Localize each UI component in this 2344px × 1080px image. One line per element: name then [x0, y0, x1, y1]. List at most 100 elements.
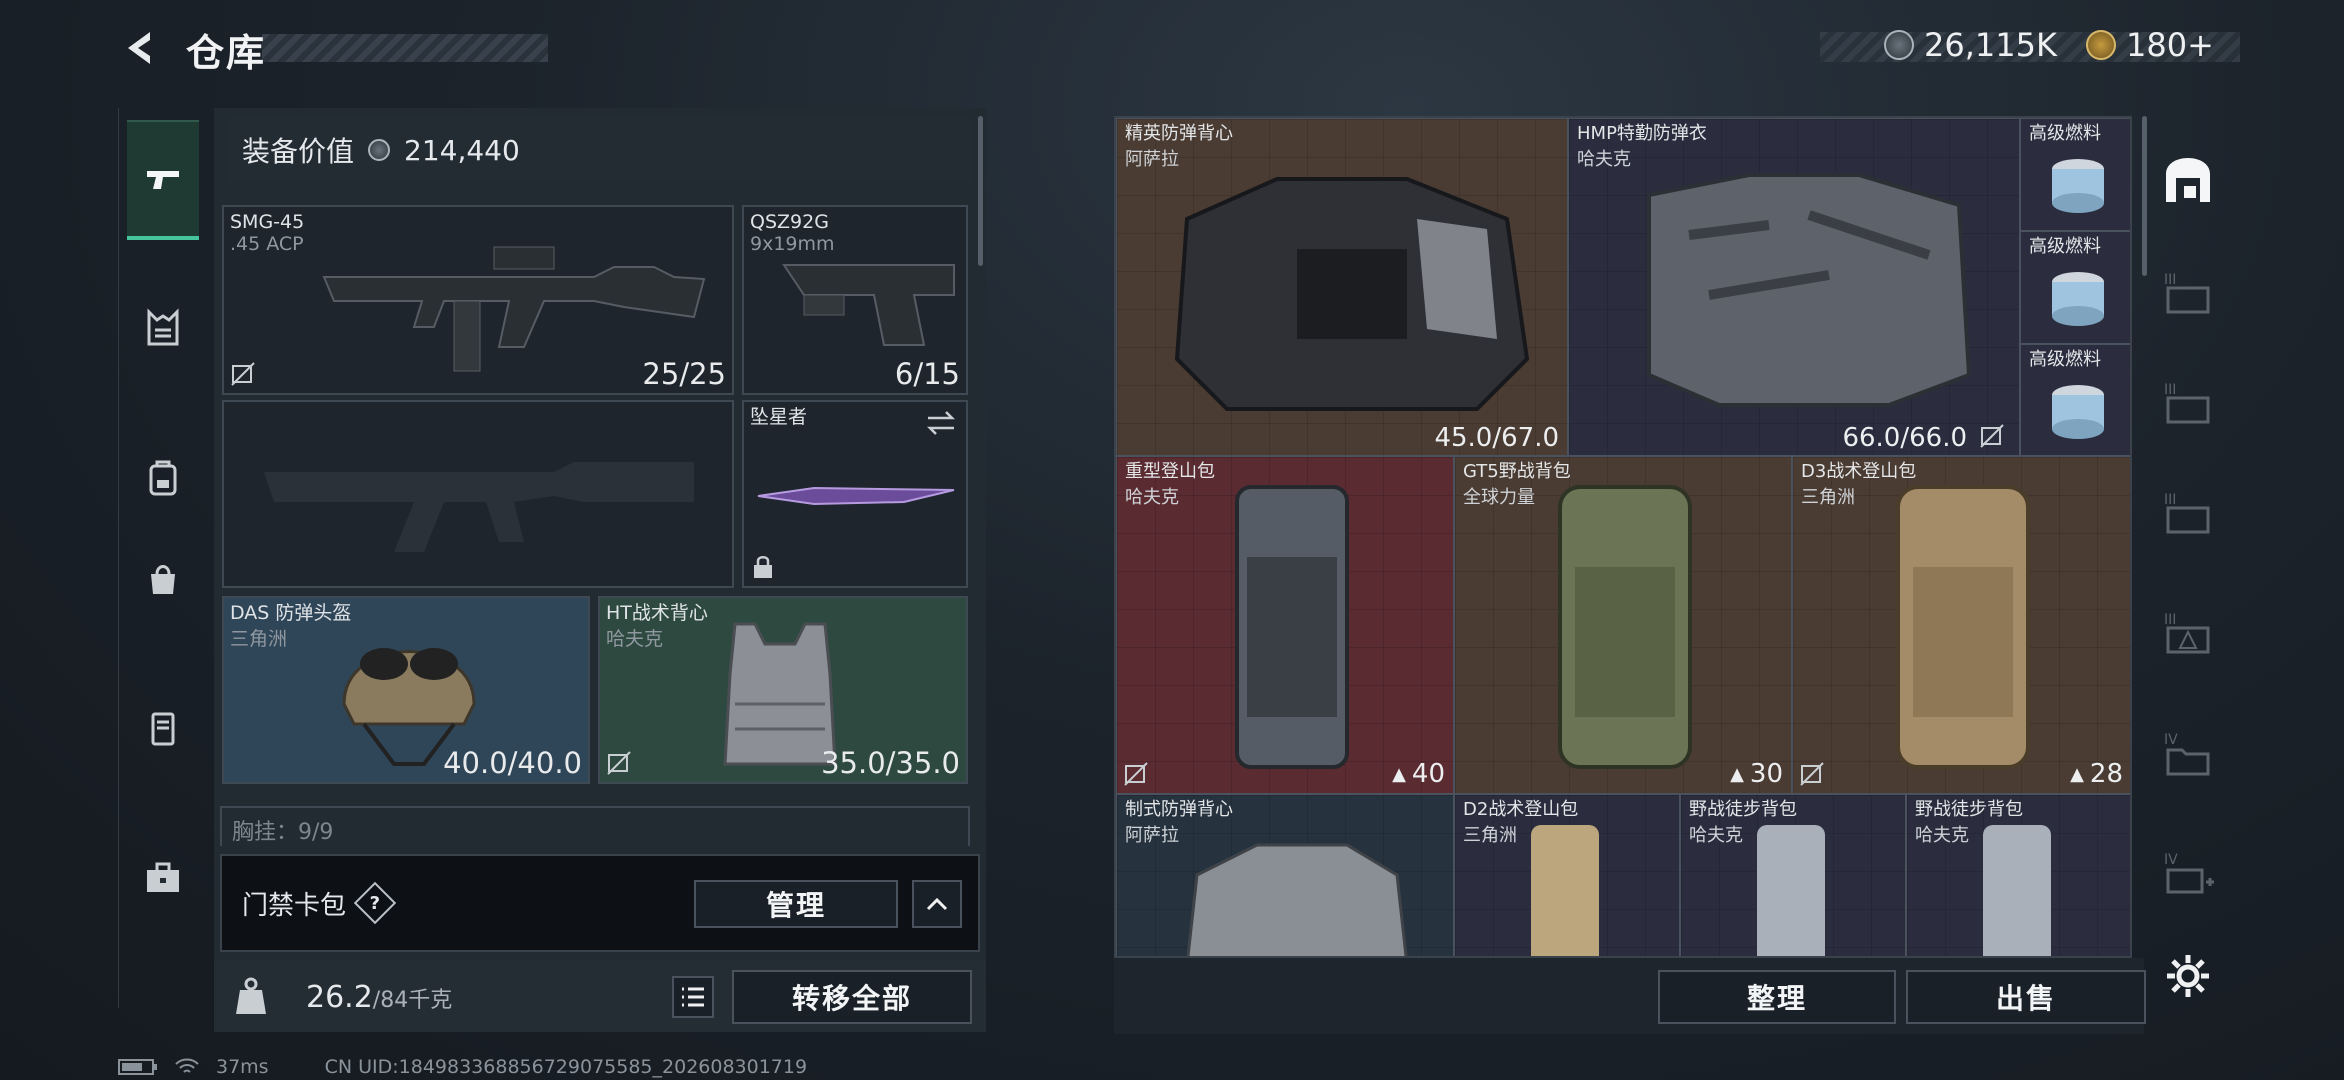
capacity-icon: ▲ — [1392, 763, 1406, 785]
primary-weapon-rounds: 25/25 — [642, 357, 726, 391]
storage-item[interactable]: GT5野战背包 全球力量 ▲ 30 — [1454, 456, 1792, 794]
tab-weapons[interactable] — [127, 120, 199, 240]
item-name: D3战术登山包 — [1801, 461, 1917, 482]
page-title: 仓库 — [186, 31, 267, 75]
item-name: 野战徒步背包 — [1915, 799, 2023, 820]
uid-text: CN UID:184983368856729075585_20260830171… — [324, 1056, 808, 1078]
tab-storage-3c[interactable]: III — [2156, 482, 2220, 546]
item-capacity-value: 28 — [2089, 759, 2123, 789]
tab-storage-3b[interactable]: III — [2156, 372, 2220, 436]
list-view-button[interactable] — [672, 976, 714, 1018]
storage-box-icon: III — [2164, 272, 2210, 314]
secondary-weapon-ammo: 9x19mm — [750, 233, 835, 255]
melee-name: 坠星者 — [750, 406, 808, 428]
armor-slot[interactable]: HT战术背心 哈夫克 35.0/35.0 — [598, 596, 968, 784]
currency-gold[interactable]: 180+ — [2086, 26, 2214, 64]
item-name: 野战徒步背包 — [1689, 799, 1797, 820]
item-brand: 阿萨拉 — [1125, 825, 1179, 846]
storage-item[interactable]: D3战术登山包 三角洲 ▲ 28 — [1792, 456, 2130, 794]
storage-item[interactable]: 高级燃料 — [2020, 118, 2130, 231]
tab-storage-3a[interactable]: III — [2156, 262, 2220, 326]
item-name: 高级燃料 — [2029, 236, 2101, 257]
storage-folder-icon: IV — [2164, 732, 2210, 776]
toolbox-icon — [147, 862, 179, 892]
storage-item[interactable]: 精英防弹背心 阿萨拉 45.0/67.0 — [1116, 118, 1568, 456]
currency-silver[interactable]: 26,115K — [1884, 26, 2057, 64]
storage-warning-icon: III — [2164, 612, 2210, 654]
gear-icon — [2167, 955, 2209, 997]
knife-image — [757, 486, 955, 506]
tab-all-storage[interactable] — [2156, 148, 2220, 212]
vest-image — [1647, 173, 1972, 407]
armor-name: HT战术背心 — [606, 602, 708, 624]
tab-chest-rig[interactable] — [127, 268, 199, 388]
tab-storage-4a[interactable]: IV — [2156, 722, 2220, 786]
backpack-image — [1983, 825, 2051, 956]
storage-item[interactable]: 制式防弹背心 阿萨拉 — [1116, 794, 1454, 956]
item-capacity: ▲ 30 — [1730, 759, 1783, 789]
item-capacity: ▲ 28 — [2070, 759, 2123, 789]
currency-silver-value: 26,115K — [1924, 26, 2057, 64]
secondary-weapon-slot[interactable]: QSZ92G 9x19mm 6/15 — [742, 205, 968, 395]
empty-rifle-slot[interactable] — [222, 400, 734, 588]
vest-image — [1174, 177, 1530, 411]
item-durability: 45.0/67.0 — [1434, 423, 1559, 453]
storage-item[interactable]: D2战术登山包 三角洲 — [1454, 794, 1680, 956]
svg-text:III: III — [2164, 612, 2176, 628]
item-name: 重型登山包 — [1125, 461, 1215, 482]
secondary-weapon-name: QSZ92G — [750, 211, 829, 233]
item-name: GT5野战背包 — [1463, 461, 1571, 482]
help-icon[interactable]: ? — [353, 881, 397, 925]
helmet-slot[interactable]: DAS 防弹头盔 三角洲 40.0/40.0 — [222, 596, 590, 784]
storage-item[interactable]: 重型登山包 哈夫克 ▲ 40 — [1116, 456, 1454, 794]
capacity-icon: ▲ — [2070, 763, 2084, 785]
item-name: HMP特勤防弹衣 — [1577, 123, 1707, 144]
melee-slot[interactable]: 坠星者 — [742, 400, 968, 588]
item-brand: 哈夫克 — [1125, 487, 1179, 508]
storage-item[interactable]: 高级燃料 — [2020, 344, 2130, 456]
backpack-image — [1531, 825, 1599, 956]
item-brand: 阿萨拉 — [1125, 149, 1179, 170]
storage-box-icon: III — [2164, 492, 2210, 534]
storage-scrollbar[interactable] — [2142, 116, 2147, 276]
tab-pouch[interactable] — [127, 518, 199, 638]
transfer-all-button[interactable]: 转移全部 — [732, 970, 972, 1024]
sell-button[interactable]: 出售 — [1906, 970, 2146, 1024]
ping-text: 37ms — [216, 1056, 269, 1078]
item-name: 制式防弹背心 — [1125, 799, 1233, 820]
item-brand: 哈夫克 — [1915, 825, 1969, 846]
tab-case[interactable] — [127, 668, 199, 788]
collapse-button[interactable] — [912, 880, 962, 928]
storage-item[interactable]: 野战徒步背包 哈夫克 — [1906, 794, 2130, 956]
chevron-left-icon — [128, 32, 150, 64]
tab-storage-3d[interactable]: III — [2156, 602, 2220, 666]
storage-box-icon: III — [2164, 382, 2210, 424]
no-insure-icon — [607, 751, 631, 775]
settings-button[interactable] — [2156, 944, 2220, 1008]
tab-toolbox[interactable] — [127, 818, 199, 938]
storage-item[interactable]: HMP特勤防弹衣 哈夫克 66.0/66.0 — [1568, 118, 2020, 456]
fuel-can-icon — [2052, 385, 2104, 439]
manage-button[interactable]: 管理 — [694, 880, 898, 928]
tab-storage-4b[interactable]: IV — [2156, 842, 2220, 906]
no-insure-icon — [1980, 424, 2004, 448]
item-capacity-value: 30 — [1749, 759, 1783, 789]
backpack-image — [1235, 485, 1349, 769]
item-capacity: ▲ 40 — [1392, 759, 1445, 789]
sort-button[interactable]: 整理 — [1658, 970, 1896, 1024]
wifi-icon — [175, 1058, 199, 1073]
storage-item[interactable]: 野战徒步背包 哈夫克 — [1680, 794, 1906, 956]
storage-grid: 精英防弹背心 阿萨拉 45.0/67.0 HMP特勤防弹衣 哈夫克 66.0/6… — [1114, 116, 2132, 958]
equipment-value-label: 装备价值 — [242, 135, 355, 168]
loadout-scrollbar[interactable] — [978, 116, 983, 266]
item-brand: 哈夫克 — [1577, 149, 1631, 170]
item-name: D2战术登山包 — [1463, 799, 1579, 820]
swap-icon[interactable] — [924, 408, 958, 438]
no-insure-icon — [1124, 762, 1148, 786]
back-button[interactable] — [118, 26, 162, 70]
chest-rig-header[interactable]: 胸挂：9/9 — [220, 806, 970, 846]
storage-item[interactable]: 高级燃料 — [2020, 231, 2130, 344]
status-bar: 37ms CN UID:184983368856729075585_202608… — [118, 1056, 807, 1078]
item-durability: 66.0/66.0 — [1842, 423, 1967, 453]
primary-weapon-slot[interactable]: SMG-45 .45 ACP 25/25 — [222, 205, 734, 395]
